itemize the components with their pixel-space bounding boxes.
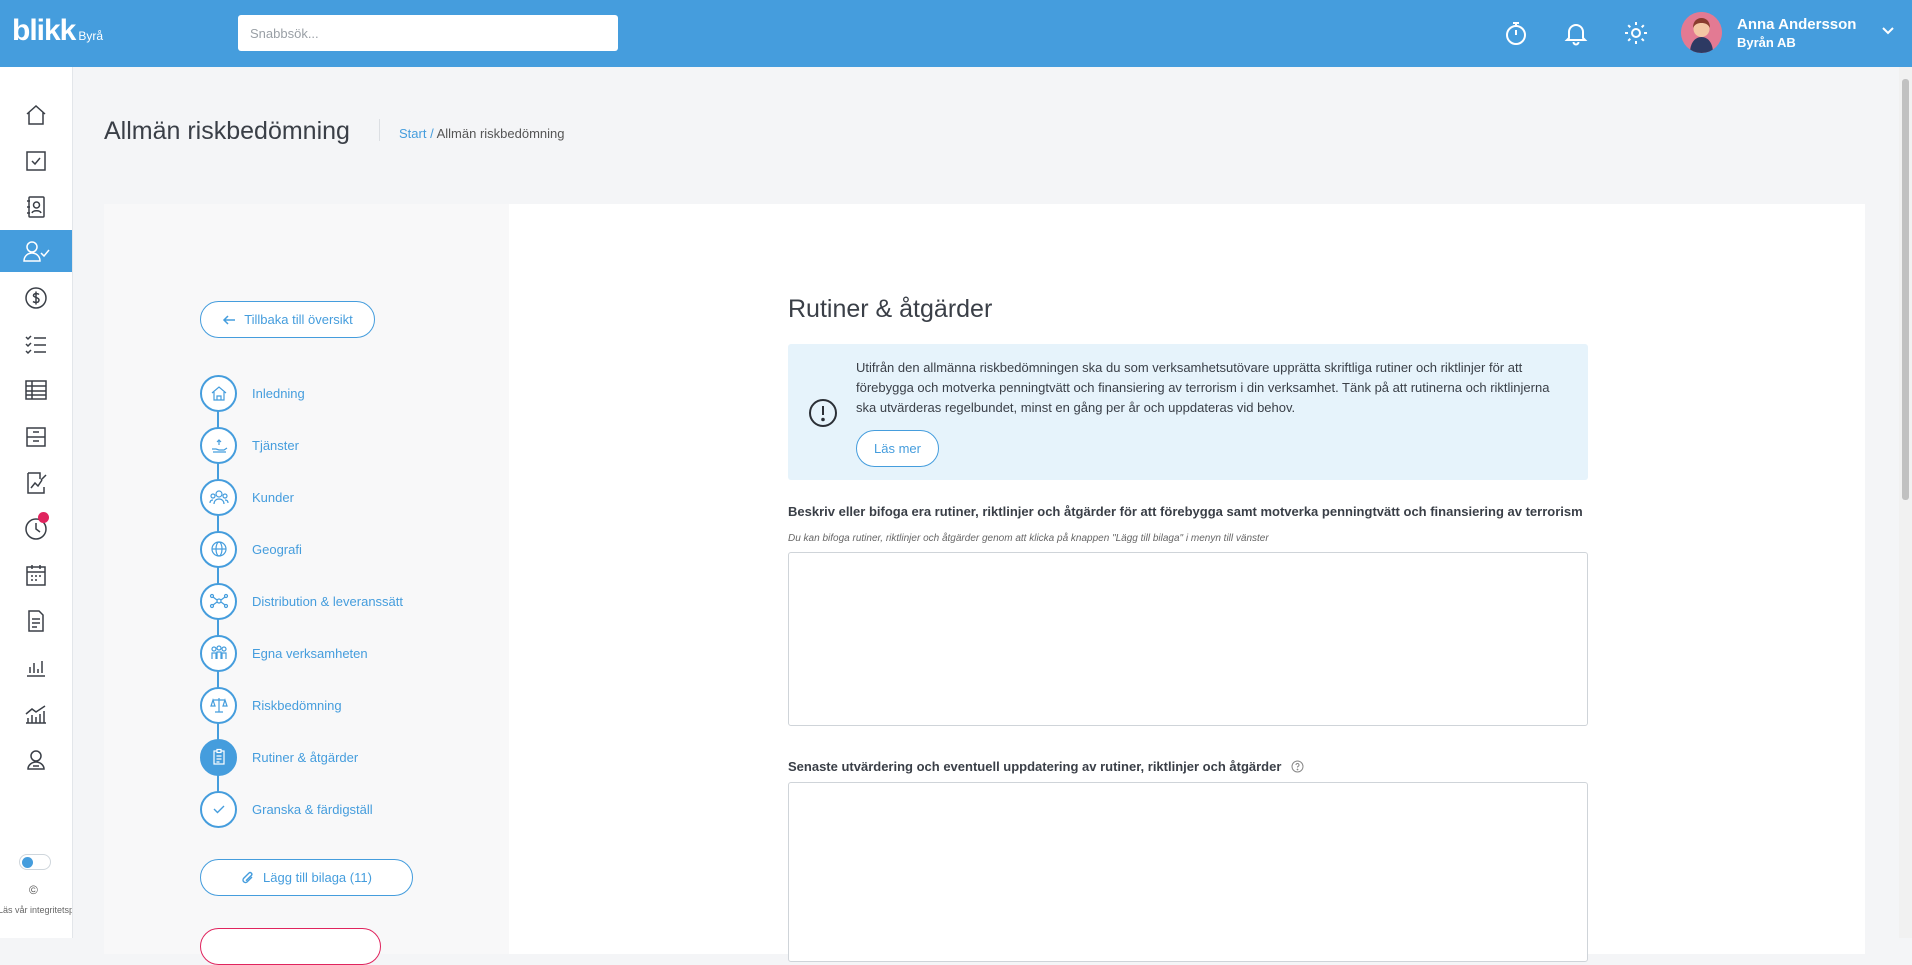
content-card: Tillbaka till översikt Inledning Tjänste… (104, 204, 1865, 965)
analytics-icon[interactable] (0, 693, 72, 735)
globe-icon (200, 530, 237, 568)
read-more-button[interactable]: Läs mer (856, 430, 939, 467)
home-icon[interactable] (0, 94, 72, 136)
theme-toggle[interactable] (19, 854, 51, 870)
toggle-knob (22, 857, 33, 868)
time-icon[interactable] (0, 508, 72, 550)
network-icon (200, 582, 237, 620)
contacts-icon[interactable] (0, 186, 72, 228)
team-icon (200, 634, 237, 672)
sidebar: © Läs vår integritetspolicy (0, 67, 73, 938)
archive-icon[interactable] (0, 416, 72, 458)
help-icon[interactable] (1291, 760, 1304, 776)
search-input[interactable] (238, 15, 618, 51)
customers-icon (200, 478, 237, 516)
breadcrumb: Start / Allmän riskbedömning (399, 126, 565, 141)
copyright-icon: © (29, 883, 38, 897)
calendar-icon[interactable] (0, 554, 72, 596)
avatar[interactable] (1681, 12, 1722, 53)
user-name[interactable]: Anna Andersson (1737, 16, 1856, 33)
logo[interactable]: blikk Byrå (12, 14, 103, 48)
back-to-overview-button[interactable]: Tillbaka till översikt (200, 301, 375, 338)
client-check-icon[interactable] (0, 230, 72, 272)
top-bar: blikk Byrå Anna Andersson Byrån AB (0, 0, 1912, 67)
service-hand-icon (200, 426, 237, 464)
step-distribution[interactable]: Distribution & leveranssätt (200, 582, 403, 620)
house-icon (200, 374, 237, 412)
step-tjanster[interactable]: Tjänster (200, 426, 299, 464)
step-inledning[interactable]: Inledning (200, 374, 305, 412)
bell-icon[interactable] (1560, 17, 1592, 49)
paperclip-icon (242, 871, 253, 883)
step-granska[interactable]: Granska & färdigställ (200, 790, 373, 828)
steps-panel: Tillbaka till översikt Inledning Tjänste… (104, 204, 509, 965)
privacy-link[interactable]: Läs vår integritetspolicy (0, 905, 72, 915)
scrollbar[interactable] (1899, 67, 1912, 938)
arrow-left-icon (223, 314, 236, 325)
breadcrumb-current: Allmän riskbedömning (436, 126, 565, 141)
section-heading: Rutiner & åtgärder (788, 295, 993, 323)
breadcrumb-divider (379, 119, 380, 141)
stopwatch-icon[interactable] (1500, 17, 1532, 49)
breadcrumb-start-link[interactable]: Start (399, 126, 426, 141)
field2-label-row: Senaste utvärdering och eventuell uppdat… (788, 759, 1304, 776)
routines-textarea[interactable] (788, 552, 1588, 726)
check-icon (200, 790, 237, 828)
scale-icon (200, 686, 237, 724)
settings-gear-icon[interactable] (1620, 17, 1652, 49)
step-egna-verksamheten[interactable]: Egna verksamheten (200, 634, 368, 672)
scrollbar-thumb[interactable] (1902, 79, 1909, 500)
support-icon[interactable] (0, 739, 72, 781)
table-icon[interactable] (0, 369, 72, 411)
clipboard-icon (200, 738, 237, 776)
field1-label: Beskriv eller bifoga era rutiner, riktli… (788, 504, 1583, 519)
add-attachment-button[interactable]: Lägg till bilaga (11) (200, 859, 413, 896)
step-geografi[interactable]: Geografi (200, 530, 302, 568)
page-title: Allmän riskbedömning (104, 117, 350, 145)
step-riskbedomning[interactable]: Riskbedömning (200, 686, 342, 724)
step-rutiner-atgarder[interactable]: Rutiner & åtgärder (200, 738, 358, 776)
notification-dot (38, 512, 49, 523)
evaluation-textarea[interactable] (788, 782, 1588, 962)
info-text: Utifrån den allmänna riskbedömningen ska… (856, 360, 1550, 415)
checklist-icon[interactable] (0, 323, 72, 365)
breadcrumb-separator: / (426, 126, 437, 141)
tasks-icon[interactable] (0, 140, 72, 182)
user-company[interactable]: Byrån AB (1737, 35, 1796, 50)
reports-icon[interactable] (0, 646, 72, 688)
chevron-down-icon[interactable] (1880, 22, 1896, 43)
sign-document-icon[interactable] (0, 462, 72, 504)
exclamation-circle-icon (808, 398, 838, 433)
field2-label: Senaste utvärdering och eventuell uppdat… (788, 759, 1282, 774)
step-kunder[interactable]: Kunder (200, 478, 294, 516)
info-box: Utifrån den allmänna riskbedömningen ska… (788, 344, 1588, 480)
finance-icon[interactable] (0, 277, 72, 319)
delete-button[interactable] (200, 928, 381, 965)
field1-hint: Du kan bifoga rutiner, riktlinjer och åt… (788, 533, 1269, 544)
document-icon[interactable] (0, 600, 72, 642)
